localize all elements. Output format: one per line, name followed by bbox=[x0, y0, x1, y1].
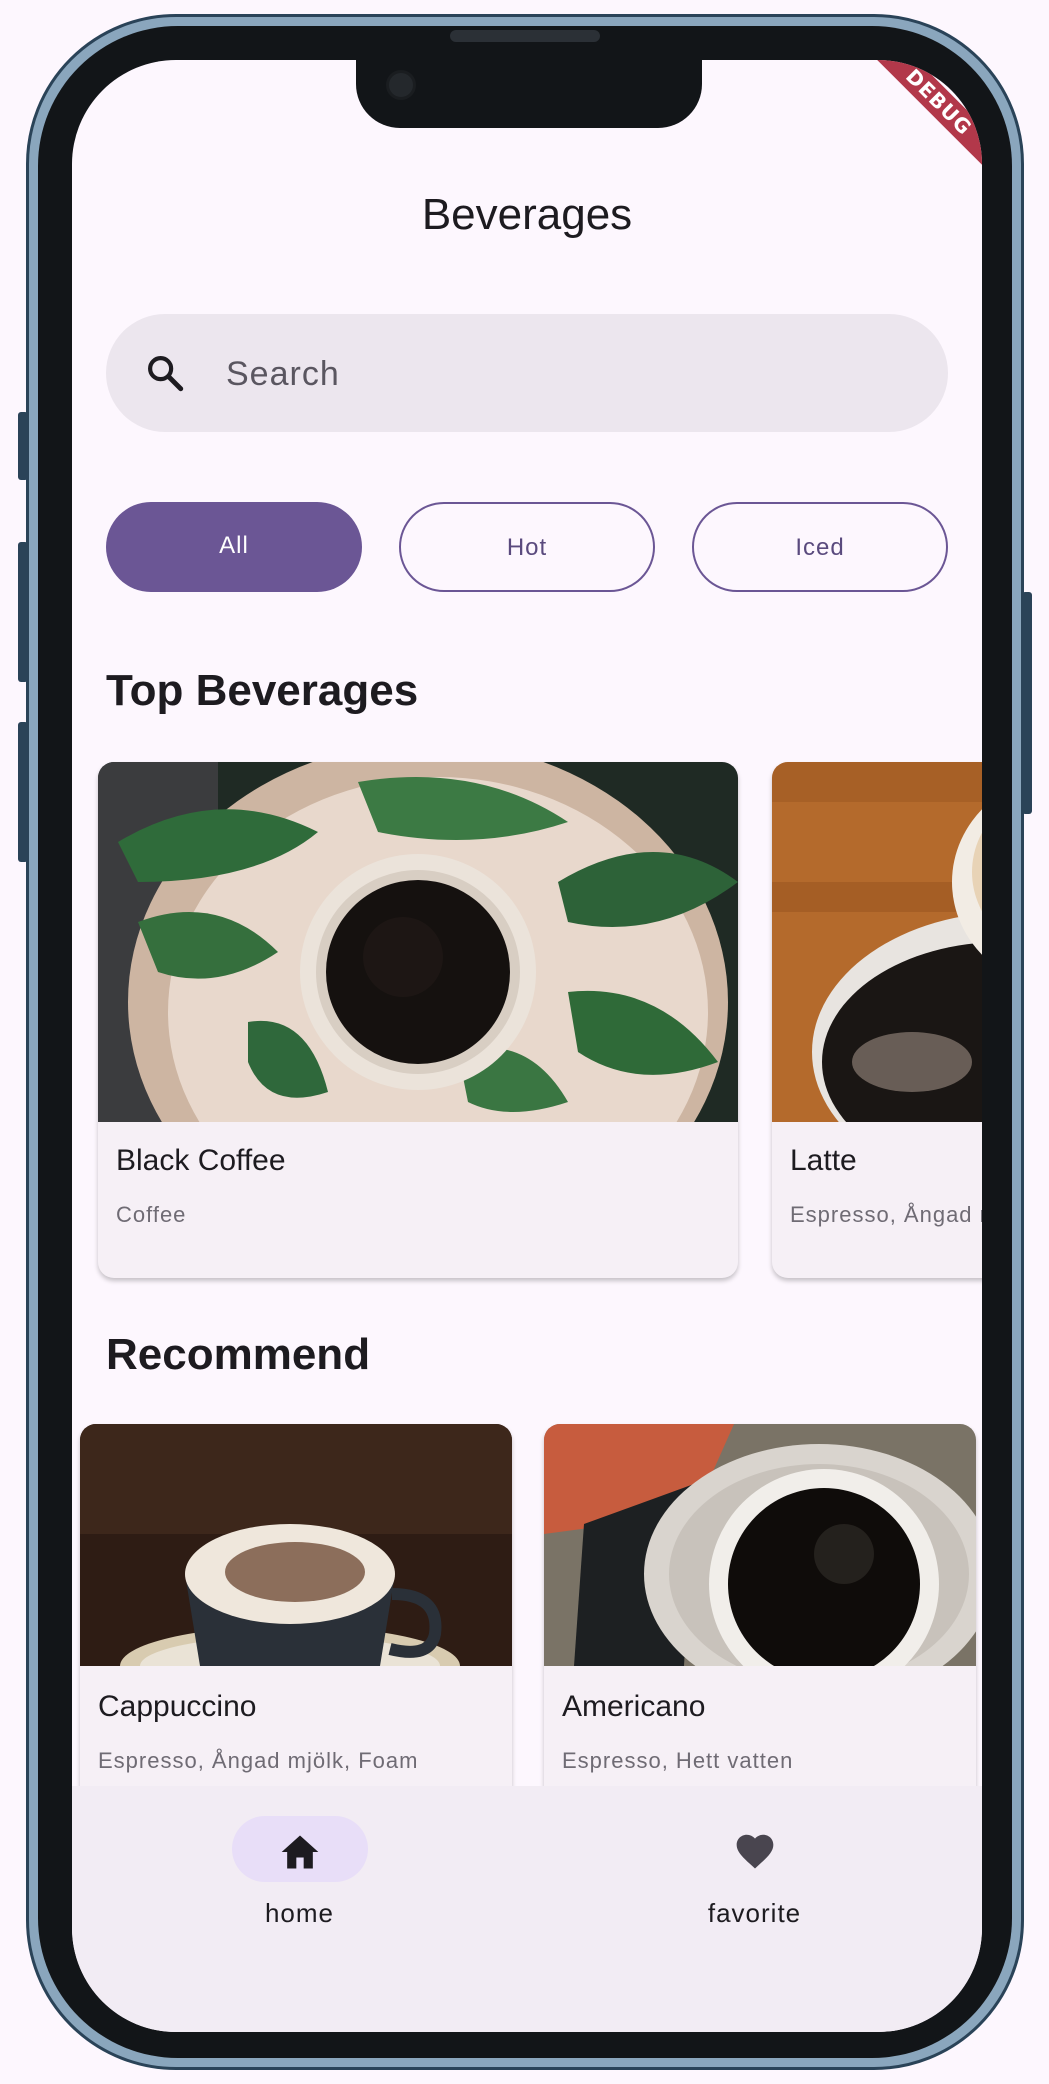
home-icon bbox=[281, 1835, 319, 1869]
card-title: Latte bbox=[790, 1144, 857, 1177]
card-ingredients: Coffee bbox=[116, 1202, 187, 1227]
filter-chip-all[interactable]: All bbox=[106, 502, 362, 592]
card-ingredients: Espresso, Hett vatten bbox=[562, 1748, 794, 1773]
phone-side-button bbox=[1022, 592, 1032, 814]
search-bar[interactable] bbox=[106, 314, 948, 434]
filter-chip-hot[interactable]: Hot bbox=[399, 502, 655, 592]
search-input[interactable] bbox=[224, 314, 908, 434]
app-screen: DEBUG Beverages All Hot Iced Top Beverag… bbox=[72, 60, 982, 2032]
camera-icon bbox=[386, 70, 416, 100]
section-title-recommend: Recommend bbox=[106, 1330, 371, 1379]
beverage-card-latte[interactable]: Latte Espresso, Ångad mjölk bbox=[772, 762, 982, 1278]
heart-icon bbox=[736, 1834, 774, 1869]
filter-chip-iced[interactable]: Iced bbox=[692, 502, 948, 592]
black-coffee-image bbox=[98, 762, 738, 1122]
phone-side-button bbox=[18, 722, 28, 862]
americano-image bbox=[544, 1424, 976, 1666]
phone-side-button bbox=[18, 542, 28, 682]
nav-label-home: home bbox=[264, 1898, 335, 1928]
nav-item-favorite[interactable]: favorite bbox=[527, 1786, 982, 2032]
card-title: Black Coffee bbox=[116, 1144, 286, 1177]
phone-side-button bbox=[18, 412, 28, 480]
beverage-card-cappuccino[interactable]: Cappuccino Espresso, Ångad mjölk, Foam bbox=[80, 1424, 512, 1844]
card-ingredients: Espresso, Ångad mjölk bbox=[790, 1202, 982, 1227]
beverage-card-americano[interactable]: Americano Espresso, Hett vatten bbox=[544, 1424, 976, 1844]
card-title: Americano bbox=[562, 1690, 706, 1723]
phone-speaker bbox=[450, 30, 600, 42]
cappuccino-image bbox=[80, 1424, 512, 1666]
latte-image bbox=[772, 762, 982, 1122]
beverage-card-black-coffee[interactable]: Black Coffee Coffee bbox=[98, 762, 738, 1278]
page-title: Beverages bbox=[421, 190, 633, 239]
notch bbox=[356, 60, 702, 128]
nav-item-home[interactable]: home bbox=[72, 1786, 527, 2032]
nav-label-favorite: favorite bbox=[707, 1898, 802, 1928]
bottom-navigation: home favorite bbox=[72, 1786, 982, 2032]
section-title-top-beverages: Top Beverages bbox=[106, 666, 419, 715]
card-ingredients: Espresso, Ångad mjölk, Foam bbox=[98, 1748, 419, 1773]
search-icon bbox=[148, 356, 184, 392]
card-title: Cappuccino bbox=[98, 1690, 257, 1723]
